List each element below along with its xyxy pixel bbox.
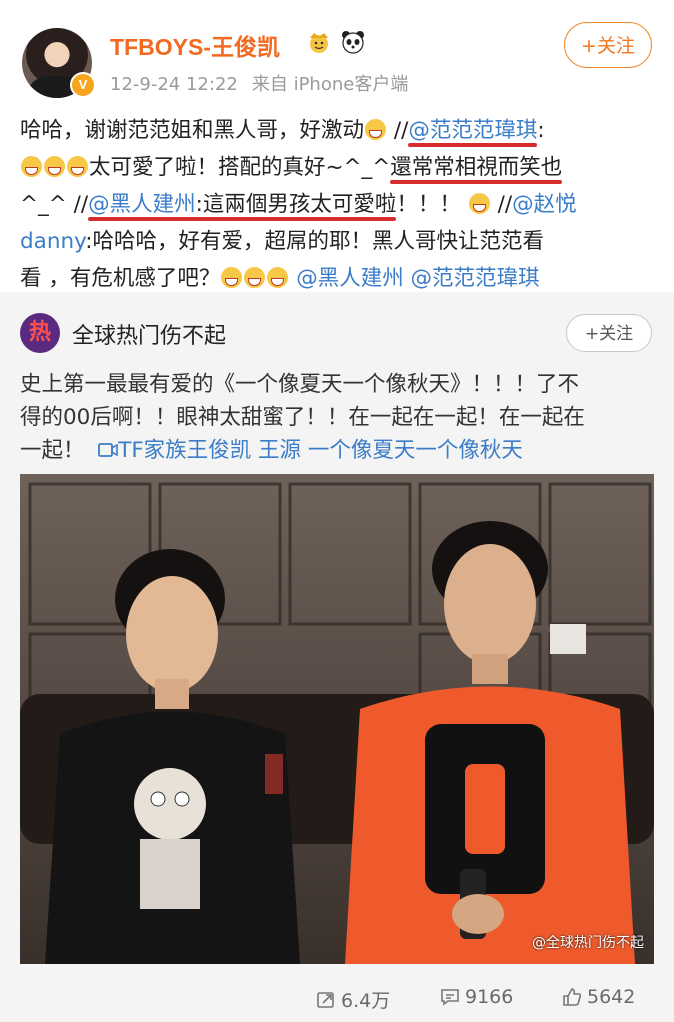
photo-watermark: @全球热门伤不起	[532, 935, 644, 951]
post-line-4: danny:哈哈哈，好有爱，超屌的耶！黑人哥快让范范看	[20, 229, 544, 254]
post-text: 哈哈，谢谢范范姐和黑人哥，好激动 //@范范范瑋琪: 太可愛了啦！搭配的真好~^…	[20, 112, 660, 297]
laugh-emoji-icon	[267, 267, 289, 288]
photo-content	[20, 474, 654, 964]
like-count-button[interactable]: 5642	[562, 986, 635, 1008]
laugh-emoji-icon	[44, 156, 65, 177]
laugh-emoji-icon	[21, 156, 42, 177]
repost-follow-button[interactable]: +关注	[566, 314, 652, 352]
comment-count: 9166	[465, 986, 514, 1008]
video-icon	[98, 443, 118, 457]
repost-username[interactable]: 全球热门伤不起	[72, 318, 226, 350]
mention-fanfan[interactable]: @范范范瑋琪	[408, 118, 537, 143]
panda-icon	[342, 31, 364, 54]
follow-button[interactable]: +关注	[564, 22, 652, 68]
post-source: 来自 iPhone客户端	[251, 74, 409, 95]
stats-bar: 6.4万 9166 5642	[0, 980, 674, 1022]
comment-count-button[interactable]: 9166	[440, 986, 513, 1008]
repost-text: 史上第一最最有爱的《一个像夏天一个像秋天》！！！了不 得的00后啊！！眼神太甜蜜…	[20, 372, 585, 463]
mention-heiren-2[interactable]: @黑人建州	[296, 266, 404, 291]
crown-icon	[310, 33, 328, 53]
mention-danny[interactable]: danny	[20, 229, 85, 254]
post-photo[interactable]: @全球热门伤不起	[20, 474, 654, 964]
laugh-emoji-icon	[67, 156, 88, 177]
repost-count-button[interactable]: 6.4万	[316, 986, 390, 1013]
laugh-emoji-icon	[468, 193, 490, 214]
laugh-emoji-icon	[365, 119, 387, 140]
post-line-2: 太可愛了啦！搭配的真好~^_^還常常相視而笑也	[20, 149, 660, 186]
laugh-emoji-icon	[244, 267, 266, 288]
username[interactable]: TFBOYS-王俊凯	[110, 28, 280, 62]
post-line-3: ^_^ //@黑人建州:這兩個男孩太可愛啦！！！ //@赵悦	[20, 192, 577, 217]
like-count: 5642	[587, 986, 636, 1008]
thinking-emoji-icon	[221, 267, 243, 288]
post-meta: 12-9-24 12:22 来自 iPhone客户端	[110, 70, 422, 96]
comment-icon	[441, 989, 459, 1006]
repost-icon	[317, 991, 334, 1008]
repost-avatar[interactable]: 热	[20, 313, 60, 353]
verified-badge-icon: V	[70, 72, 96, 98]
mention-heiren[interactable]: @黑人建州	[88, 192, 196, 217]
post-line-1: 哈哈，谢谢范范姐和黑人哥，好激动 //@范范范瑋琪:	[20, 118, 545, 143]
timestamp: 12-9-24 12:22	[110, 74, 238, 95]
mention-zhaoyue[interactable]: @赵悦	[512, 192, 577, 217]
repost-count: 6.4万	[341, 990, 391, 1012]
video-link[interactable]: TF家族王俊凯 王源 一个像夏天一个像秋天	[98, 438, 523, 463]
mention-fanfan-2[interactable]: @范范范瑋琪	[411, 266, 540, 291]
underlined-quote: 還常常相視而笑也	[390, 155, 563, 180]
underlined-quote-2: @黑人建州:這兩個男孩太可愛啦	[88, 192, 397, 217]
thumbs-up-icon	[563, 988, 582, 1006]
